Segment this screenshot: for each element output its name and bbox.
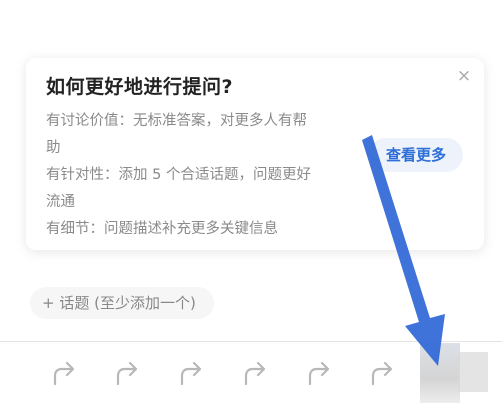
- question-tips-card: × 如何更好地进行提问? 有讨论价值：无标准答案，对更多人有帮 助 有针对性：添…: [26, 58, 484, 250]
- toolbar-divider: [0, 341, 502, 342]
- redo-arrow-icon[interactable]: [113, 360, 143, 388]
- blurred-region: [420, 343, 460, 403]
- blurred-region: [458, 352, 488, 392]
- redo-arrow-icon[interactable]: [368, 360, 398, 388]
- see-more-button[interactable]: 查看更多: [369, 138, 463, 172]
- redo-arrow-icon[interactable]: [241, 360, 271, 388]
- tips-line-4: 流通: [46, 194, 75, 210]
- tips-line-5: 有细节：问题描述补充更多关键信息: [46, 221, 278, 237]
- add-topic-button[interactable]: + 话题 (至少添加一个): [30, 287, 214, 319]
- tips-title: 如何更好地进行提问?: [46, 76, 234, 98]
- redo-arrow-icon[interactable]: [177, 360, 207, 388]
- tips-line-1: 有讨论价值：无标准答案，对更多人有帮: [46, 113, 307, 129]
- redo-arrow-icon[interactable]: [305, 360, 335, 388]
- tips-line-3: 有针对性：添加 5 个合适话题，问题更好: [46, 167, 311, 183]
- close-icon[interactable]: ×: [454, 66, 474, 86]
- tips-line-2: 助: [46, 140, 61, 156]
- redo-arrow-icon[interactable]: [50, 360, 80, 388]
